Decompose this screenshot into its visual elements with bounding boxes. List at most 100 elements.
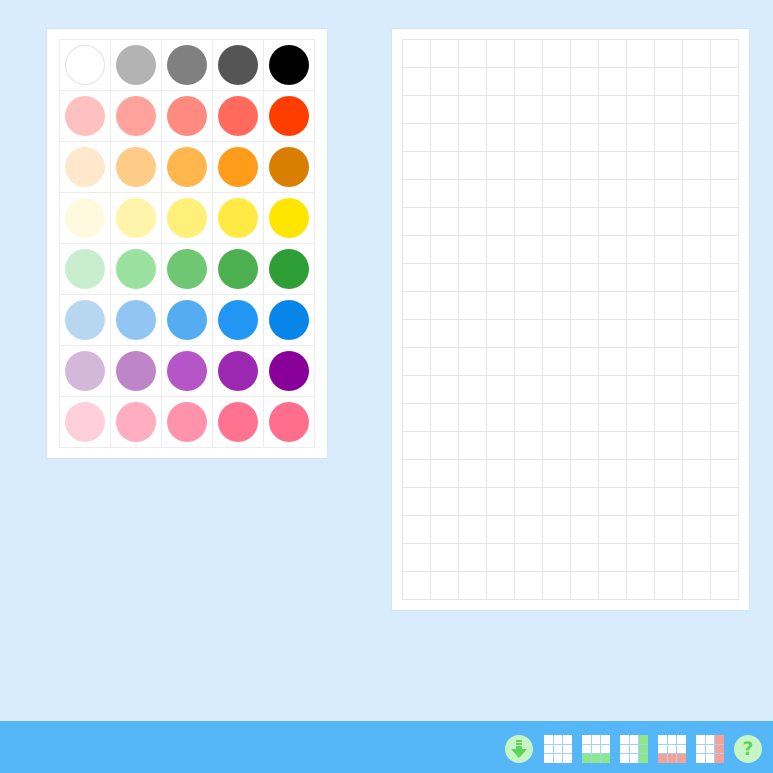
board-cell[interactable] [459, 544, 487, 572]
board-cell[interactable] [515, 236, 543, 264]
board-cell[interactable] [515, 68, 543, 96]
board-cell[interactable] [543, 124, 571, 152]
board-cell[interactable] [571, 40, 599, 68]
board-cell[interactable] [487, 208, 515, 236]
board-cell[interactable] [543, 40, 571, 68]
board-cell[interactable] [487, 432, 515, 460]
board-cell[interactable] [459, 348, 487, 376]
board-cell[interactable] [431, 348, 459, 376]
board-cell[interactable] [599, 152, 627, 180]
board-cell[interactable] [543, 376, 571, 404]
board-cell[interactable] [711, 236, 739, 264]
color-swatch[interactable] [65, 249, 105, 289]
color-swatch[interactable] [269, 249, 309, 289]
board-cell[interactable] [711, 432, 739, 460]
board-cell[interactable] [459, 320, 487, 348]
board-cell[interactable] [403, 236, 431, 264]
color-swatch[interactable] [218, 300, 258, 340]
board-cell[interactable] [403, 376, 431, 404]
color-swatch[interactable] [116, 402, 156, 442]
board-cell[interactable] [711, 152, 739, 180]
color-swatch[interactable] [116, 45, 156, 85]
board-cell[interactable] [459, 376, 487, 404]
board-cell[interactable] [403, 320, 431, 348]
board-cell[interactable] [599, 348, 627, 376]
board-cell[interactable] [655, 292, 683, 320]
board-cell[interactable] [571, 516, 599, 544]
board-cell[interactable] [515, 404, 543, 432]
board-cell[interactable] [683, 348, 711, 376]
board-cell[interactable] [515, 488, 543, 516]
palette-cell[interactable] [111, 142, 162, 193]
palette-cell[interactable] [162, 142, 213, 193]
color-swatch[interactable] [167, 249, 207, 289]
board-cell[interactable] [655, 40, 683, 68]
grid-plain-button[interactable] [544, 735, 572, 763]
board-cell[interactable] [571, 488, 599, 516]
board-cell[interactable] [683, 572, 711, 600]
board-cell[interactable] [683, 404, 711, 432]
board-cell[interactable] [655, 320, 683, 348]
board-cell[interactable] [543, 488, 571, 516]
board-cell[interactable] [571, 208, 599, 236]
color-swatch[interactable] [269, 300, 309, 340]
board-cell[interactable] [711, 572, 739, 600]
board-cell[interactable] [627, 376, 655, 404]
board-cell[interactable] [627, 460, 655, 488]
board-cell[interactable] [403, 432, 431, 460]
board-cell[interactable] [543, 460, 571, 488]
board-cell[interactable] [627, 292, 655, 320]
board-cell[interactable] [711, 180, 739, 208]
color-swatch[interactable] [116, 249, 156, 289]
board-cell[interactable] [459, 152, 487, 180]
color-swatch[interactable] [116, 351, 156, 391]
board-cell[interactable] [487, 292, 515, 320]
palette-cell[interactable] [162, 295, 213, 346]
color-swatch[interactable] [116, 96, 156, 136]
board-cell[interactable] [599, 488, 627, 516]
board-cell[interactable] [403, 516, 431, 544]
board-cell[interactable] [431, 124, 459, 152]
palette-cell[interactable] [60, 142, 111, 193]
board-cell[interactable] [683, 516, 711, 544]
board-cell[interactable] [459, 516, 487, 544]
palette-cell[interactable] [162, 346, 213, 397]
board-cell[interactable] [431, 404, 459, 432]
board-cell[interactable] [515, 96, 543, 124]
board-cell[interactable] [599, 404, 627, 432]
board-cell[interactable] [683, 180, 711, 208]
board-cell[interactable] [627, 180, 655, 208]
grid-add-column-button[interactable] [620, 735, 648, 763]
board-cell[interactable] [543, 404, 571, 432]
board-cell[interactable] [711, 376, 739, 404]
board-cell[interactable] [431, 40, 459, 68]
board-cell[interactable] [571, 124, 599, 152]
board-cell[interactable] [403, 40, 431, 68]
board-cell[interactable] [599, 40, 627, 68]
board-cell[interactable] [627, 96, 655, 124]
board-cell[interactable] [459, 488, 487, 516]
board-cell[interactable] [627, 488, 655, 516]
color-swatch[interactable] [269, 45, 309, 85]
board-cell[interactable] [431, 544, 459, 572]
color-swatch[interactable] [65, 351, 105, 391]
board-cell[interactable] [459, 124, 487, 152]
color-swatch[interactable] [167, 300, 207, 340]
board-cell[interactable] [515, 264, 543, 292]
board-cell[interactable] [627, 404, 655, 432]
board-cell[interactable] [487, 264, 515, 292]
board-cell[interactable] [403, 264, 431, 292]
board-cell[interactable] [711, 348, 739, 376]
board-cell[interactable] [571, 376, 599, 404]
board-cell[interactable] [403, 488, 431, 516]
board-cell[interactable] [487, 96, 515, 124]
board-cell[interactable] [515, 320, 543, 348]
board-cell[interactable] [599, 264, 627, 292]
board-cell[interactable] [655, 516, 683, 544]
board-cell[interactable] [627, 124, 655, 152]
board-cell[interactable] [459, 236, 487, 264]
board-cell[interactable] [487, 180, 515, 208]
board-cell[interactable] [571, 320, 599, 348]
palette-cell[interactable] [60, 397, 111, 448]
board-cell[interactable] [711, 516, 739, 544]
